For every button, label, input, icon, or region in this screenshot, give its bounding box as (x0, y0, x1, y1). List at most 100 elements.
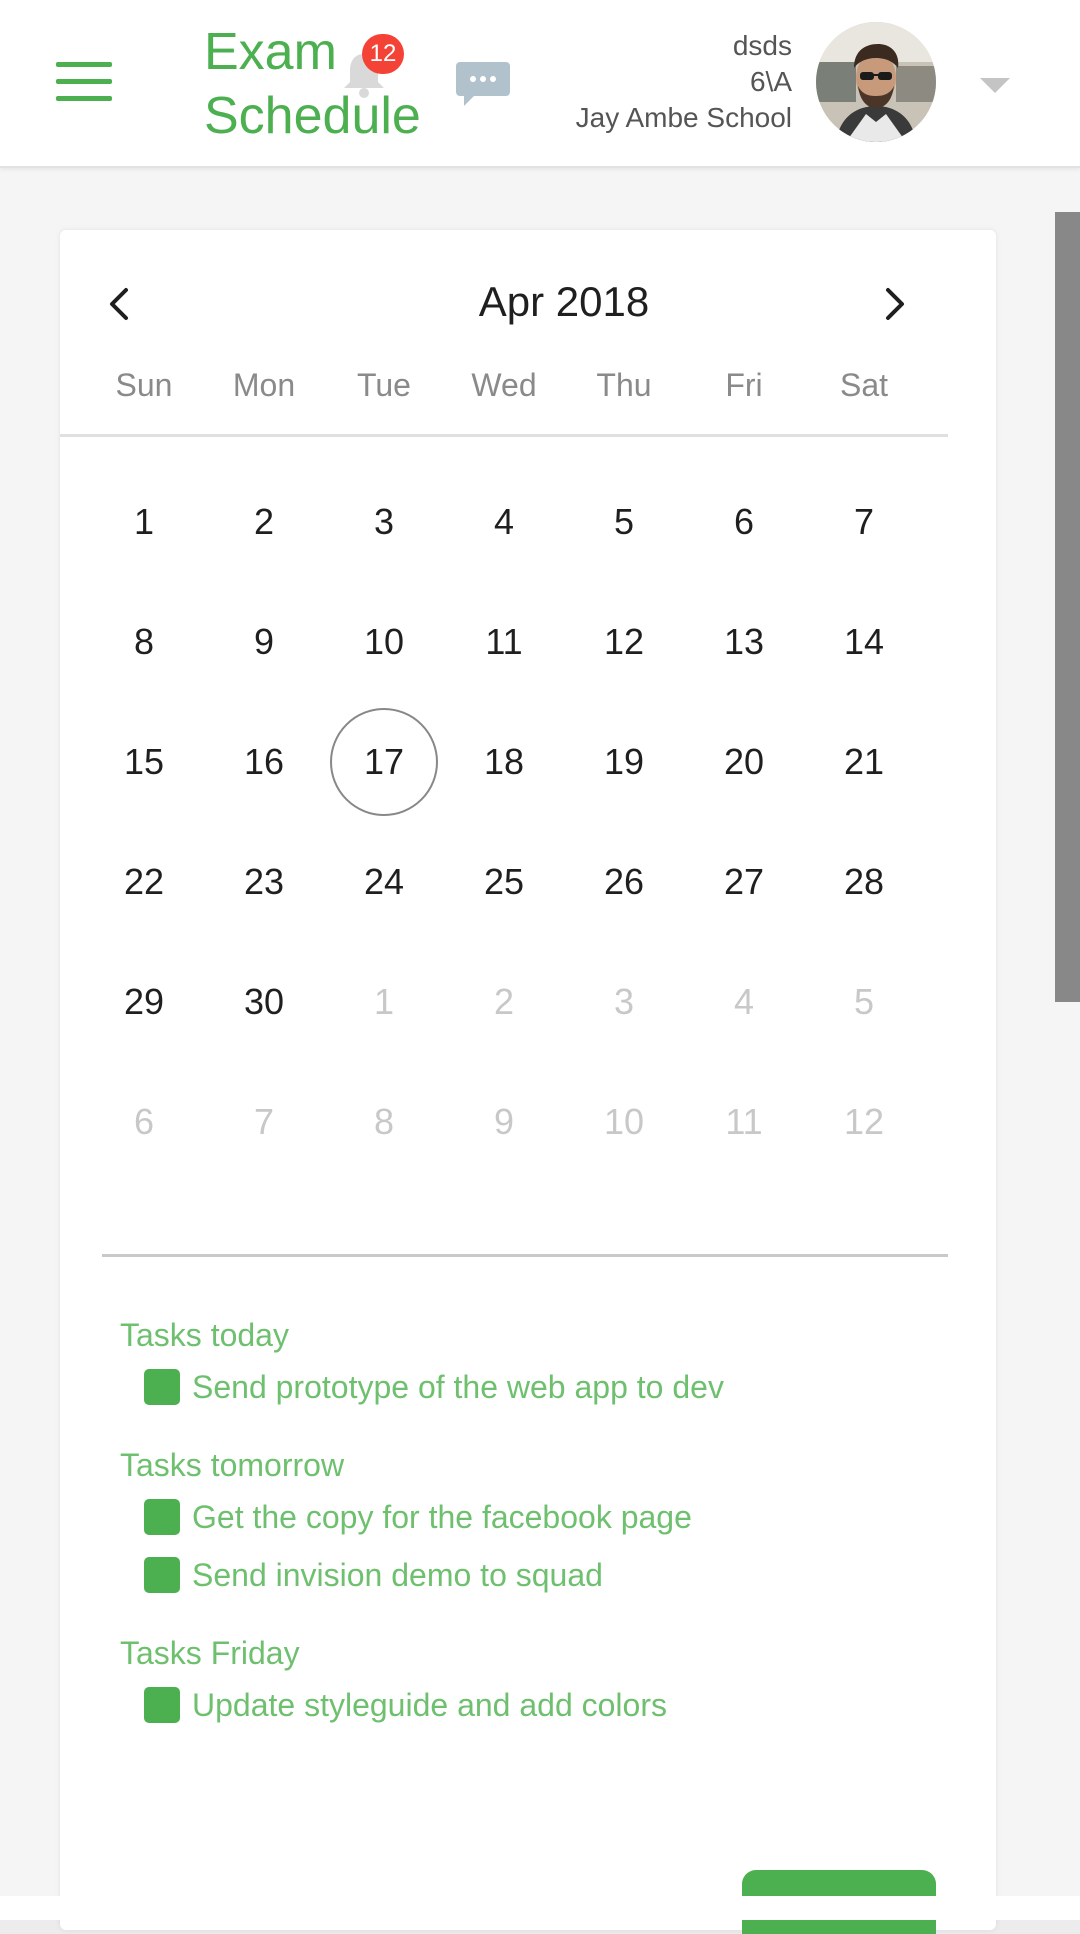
month-label: Apr 2018 (478, 278, 650, 325)
calendar-divider (60, 434, 948, 437)
calendar-day[interactable]: 6 (684, 462, 804, 582)
calendar-day-outside-month[interactable]: 1 (324, 942, 444, 1062)
day-number: 30 (243, 981, 285, 1022)
calendar-day-outside-month[interactable]: 3 (564, 942, 684, 1062)
calendar-day[interactable]: 19 (564, 702, 684, 822)
day-number: 4 (493, 501, 515, 542)
calendar-day[interactable]: 20 (684, 702, 804, 822)
day-number: 11 (485, 621, 523, 662)
task-checkbox[interactable] (144, 1499, 180, 1535)
day-number: 11 (725, 1101, 763, 1142)
calendar-day[interactable]: 11 (444, 582, 564, 702)
weekday-label: Fri (725, 367, 763, 403)
menu-icon[interactable] (56, 62, 112, 104)
day-number: 18 (483, 741, 525, 782)
calendar-day-outside-month[interactable]: 7 (204, 1062, 324, 1182)
calendar-day[interactable]: 16 (204, 702, 324, 822)
weekday-label: Mon (232, 367, 296, 403)
calendar-day[interactable]: 15 (84, 702, 204, 822)
calendar-day[interactable]: 17 (324, 702, 444, 822)
task-list: Tasks today Send prototype of the web app… (120, 1312, 940, 1760)
calendar-day-outside-month[interactable]: 9 (444, 1062, 564, 1182)
calendar-day[interactable]: 7 (804, 462, 924, 582)
day-number: 25 (483, 861, 525, 902)
avatar[interactable] (816, 22, 936, 142)
calendar-day-outside-month[interactable]: 8 (324, 1062, 444, 1182)
task-text: Send prototype of the web app to dev (192, 1369, 724, 1405)
day-number: 12 (603, 621, 645, 662)
task-checkbox[interactable] (144, 1687, 180, 1723)
next-month-icon[interactable] (874, 282, 914, 326)
calendar-day[interactable]: 10 (324, 582, 444, 702)
task-item[interactable]: Update styleguide and add colors (144, 1676, 940, 1734)
day-number: 16 (243, 741, 285, 782)
app-header: Exam Schedule 12 dsds 6\A Jay Ambe Schoo… (0, 0, 1080, 168)
calendar-day[interactable]: 24 (324, 822, 444, 942)
task-checkbox[interactable] (144, 1369, 180, 1405)
calendar-day[interactable]: 18 (444, 702, 564, 822)
day-number: 6 (733, 501, 755, 542)
calendar-day[interactable]: 2 (204, 462, 324, 582)
calendar-day[interactable]: 12 (564, 582, 684, 702)
user-name: dsds (732, 30, 792, 61)
task-item[interactable]: Get the copy for the facebook page (144, 1488, 940, 1546)
calendar-day-outside-month[interactable]: 10 (564, 1062, 684, 1182)
title-line-1: Exam (204, 23, 337, 81)
calendar-day-outside-month[interactable]: 5 (804, 942, 924, 1062)
weekday-header: Sun Mon Tue Wed Thu Fri Sat (84, 360, 924, 410)
task-group-title: Tasks Friday (120, 1635, 300, 1671)
chat-icon[interactable] (454, 58, 512, 110)
weekday-label: Wed (471, 367, 537, 403)
user-school: Jay Ambe School (575, 102, 792, 133)
calendar-day[interactable]: 9 (204, 582, 324, 702)
day-number: 9 (253, 621, 275, 662)
day-number: 4 (733, 981, 755, 1022)
calendar-day[interactable]: 27 (684, 822, 804, 942)
calendar-day-outside-month[interactable]: 6 (84, 1062, 204, 1182)
day-number: 1 (133, 501, 155, 542)
day-number: 6 (133, 1101, 155, 1142)
chevron-down-icon[interactable] (980, 78, 1010, 93)
calendar-day[interactable]: 1 (84, 462, 204, 582)
weekday-label: Sun (115, 367, 173, 403)
calendar-day[interactable]: 5 (564, 462, 684, 582)
calendar-day[interactable]: 25 (444, 822, 564, 942)
day-number: 27 (723, 861, 765, 902)
tasks-divider (102, 1254, 948, 1257)
calendar-day[interactable]: 30 (204, 942, 324, 1062)
calendar-day-outside-month[interactable]: 11 (684, 1062, 804, 1182)
task-checkbox[interactable] (144, 1557, 180, 1593)
prev-month-icon[interactable] (100, 282, 140, 326)
calendar-day[interactable]: 23 (204, 822, 324, 942)
calendar-day[interactable]: 4 (444, 462, 564, 582)
task-item[interactable]: Send prototype of the web app to dev (144, 1358, 940, 1416)
day-grid: 1 2 3 4 5 6 7 8 9 10 11 12 13 14 15 16 17 18 19 20 21 22 23 24 2… (84, 462, 924, 1182)
day-number: 24 (363, 861, 405, 902)
calendar-day[interactable]: 13 (684, 582, 804, 702)
task-group-title: Tasks today (120, 1317, 289, 1353)
weekday-label: Thu (596, 367, 652, 403)
calendar-day[interactable]: 28 (804, 822, 924, 942)
title-line-2: Schedule (204, 87, 421, 145)
scrollbar-thumb[interactable] (1055, 212, 1080, 1002)
calendar-day[interactable]: 29 (84, 942, 204, 1062)
calendar-day[interactable]: 21 (804, 702, 924, 822)
calendar-day[interactable]: 3 (324, 462, 444, 582)
day-number: 5 (853, 981, 875, 1022)
notification-badge[interactable]: 12 (362, 34, 404, 74)
calendar-day[interactable]: 26 (564, 822, 684, 942)
calendar-day-outside-month[interactable]: 2 (444, 942, 564, 1062)
day-number: 17 (363, 741, 405, 782)
day-number: 7 (253, 1101, 275, 1142)
day-number: 8 (133, 621, 155, 662)
day-number: 3 (373, 501, 395, 542)
calendar-day-outside-month[interactable]: 4 (684, 942, 804, 1062)
day-number: 14 (843, 621, 885, 662)
day-number: 2 (253, 501, 275, 542)
task-item[interactable]: Send invision demo to squad (144, 1546, 940, 1604)
user-info: dsds 6\A Jay Ambe School (576, 28, 792, 136)
calendar-day[interactable]: 8 (84, 582, 204, 702)
calendar-day-outside-month[interactable]: 12 (804, 1062, 924, 1182)
calendar-day[interactable]: 14 (804, 582, 924, 702)
calendar-day[interactable]: 22 (84, 822, 204, 942)
